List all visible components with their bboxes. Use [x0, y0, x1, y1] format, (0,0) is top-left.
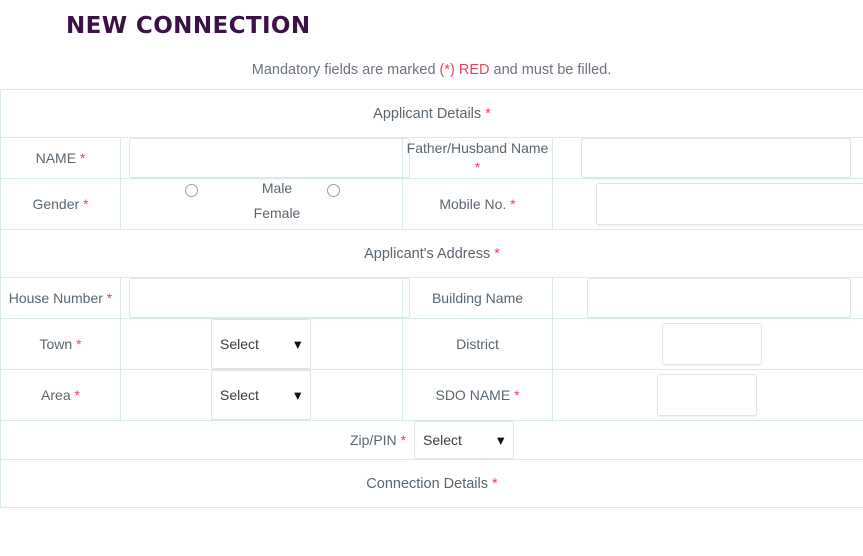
house-number-input[interactable] [129, 278, 410, 318]
label-house-number: House Number * [0, 277, 121, 319]
table-row-town: Town * Select ▾ District [0, 318, 863, 370]
label-sdo-name: SDO NAME * [402, 369, 553, 421]
zip-pin-select-wrapper: Select ▾ [414, 421, 515, 459]
town-select[interactable]: Select [211, 319, 311, 369]
table-row-area: Area * Select ▾ SDO NAME * [0, 369, 863, 421]
field-gender: Male Female [120, 178, 403, 230]
new-connection-page: NEW CONNECTION Mandatory fields are mark… [0, 0, 863, 556]
label-house-number-text: House Number [8, 289, 103, 306]
label-mobile-no: Mobile No. * [402, 178, 553, 230]
label-district-text: District [456, 335, 499, 352]
label-father-husband-name: Father/Husband Name * [402, 137, 553, 179]
label-father-husband-name-text: Father/Husband Name [406, 140, 549, 156]
mandatory-note-after: and must be filled. [489, 62, 612, 78]
label-zip-pin: Zip/PIN * [350, 432, 406, 448]
mandatory-note-marker: (*) [439, 62, 455, 78]
required-asterisk: * [485, 105, 491, 122]
field-area: Select ▾ [120, 369, 403, 421]
new-connection-form-table: Applicant Details * NAME * Father/Husban… [0, 89, 863, 508]
field-district [552, 318, 863, 370]
field-town: Select ▾ [120, 318, 403, 370]
field-mobile-no [552, 178, 863, 230]
name-input[interactable] [129, 138, 410, 178]
label-zip-pin-text: Zip/PIN [349, 432, 397, 448]
field-zip-pin-cell: Zip/PIN * Select ▾ [0, 420, 863, 460]
table-row-house-number: House Number * Building Name [0, 277, 863, 319]
mobile-no-input[interactable] [596, 183, 863, 225]
field-name [120, 137, 410, 179]
required-asterisk: * [106, 289, 113, 306]
required-asterisk: * [76, 335, 82, 352]
building-name-input[interactable] [587, 278, 851, 318]
gender-radio-female[interactable] [327, 184, 340, 197]
section-header-applicant-address-cell: Applicant's Address * [0, 229, 863, 278]
label-area: Area * [0, 369, 121, 421]
gender-radio-group: Male Female [121, 179, 402, 229]
page-title: NEW CONNECTION [66, 13, 311, 39]
field-sdo-name [552, 369, 863, 421]
section-title-applicant-address: Applicant's Address [364, 245, 491, 262]
section-header-connection-details: Connection Details * [0, 459, 863, 508]
district-input[interactable] [662, 323, 762, 365]
section-header-applicant-details: Applicant Details * [0, 89, 863, 138]
label-building-name-text: Building Name [431, 289, 524, 306]
mandatory-note-before: Mandatory fields are marked [251, 62, 440, 78]
sdo-name-input[interactable] [657, 374, 757, 416]
zip-pin-select[interactable]: Select [414, 421, 515, 459]
label-sdo-name-text: SDO NAME [435, 386, 511, 403]
required-asterisk: * [83, 195, 89, 212]
required-asterisk: * [510, 195, 516, 212]
gender-radio-male[interactable] [185, 184, 198, 197]
label-gender: Gender * [0, 178, 121, 230]
label-district: District [402, 318, 553, 370]
mandatory-note-red-word: RED [454, 62, 490, 78]
area-select-wrapper: Select ▾ [211, 370, 311, 420]
section-header-applicant-details-cell: Applicant Details * [0, 89, 863, 138]
label-area-text: Area [41, 386, 71, 403]
field-house-number [120, 277, 410, 319]
section-header-applicant-address: Applicant's Address * [0, 229, 863, 278]
label-town-text: Town [39, 335, 73, 352]
label-gender-text: Gender [32, 195, 80, 212]
label-name-text: NAME [35, 149, 77, 166]
father-husband-name-input[interactable] [581, 138, 851, 178]
required-asterisk: * [79, 149, 86, 166]
table-row-gender: Gender * Male Female Mobile No. * [0, 178, 863, 230]
required-asterisk: * [400, 432, 407, 448]
required-asterisk: * [74, 386, 80, 403]
table-row-zip-pin: Zip/PIN * Select ▾ [0, 420, 863, 460]
table-row-name: NAME * Father/Husband Name * [0, 137, 863, 179]
required-asterisk: * [514, 386, 520, 403]
required-asterisk: * [494, 245, 500, 262]
field-father-husband-name [552, 137, 863, 179]
label-mobile-no-text: Mobile No. [439, 195, 507, 212]
section-title-connection-details: Connection Details [366, 475, 489, 492]
zip-pin-group: Zip/PIN * Select ▾ [1, 421, 863, 459]
required-asterisk: * [492, 475, 498, 492]
label-town: Town * [0, 318, 121, 370]
label-name: NAME * [0, 137, 121, 179]
gender-label-male[interactable]: Male [232, 179, 322, 198]
section-header-connection-details-cell: Connection Details * [0, 459, 863, 508]
gender-label-female[interactable]: Female [232, 204, 322, 223]
town-select-wrapper: Select ▾ [211, 319, 311, 369]
area-select[interactable]: Select [211, 370, 311, 420]
required-asterisk: * [474, 159, 481, 175]
mandatory-fields-note: Mandatory fields are marked (*) RED and … [0, 60, 863, 80]
section-title-applicant-details: Applicant Details [373, 105, 482, 122]
label-building-name: Building Name [402, 277, 553, 319]
field-building-name [552, 277, 863, 319]
